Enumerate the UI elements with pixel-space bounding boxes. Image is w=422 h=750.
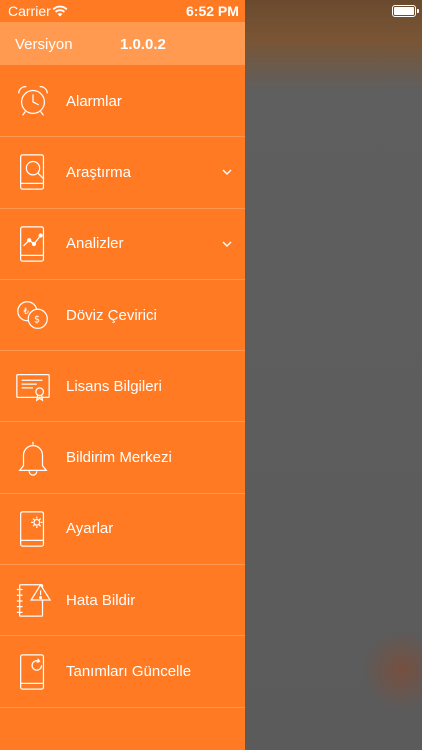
status-bar: Carrier 6:52 PM — [0, 0, 422, 22]
license-certificate-icon — [14, 367, 52, 405]
phone-refresh-icon — [14, 653, 52, 691]
menu-item-doviz-cevirici[interactable]: ₺ $ Döviz Çevirici — [0, 280, 245, 352]
menu-item-arastirma[interactable]: Araştırma — [0, 137, 245, 209]
menu-label: Analizler — [66, 235, 124, 253]
svg-text:₺: ₺ — [24, 307, 30, 317]
menu-item-hata-bildir[interactable]: Hata Bildir — [0, 565, 245, 637]
version-label: Versiyon — [15, 36, 73, 53]
phone-analysis-icon — [14, 225, 52, 263]
menu-label: Ayarlar — [66, 520, 114, 538]
menu-label: Lisans Bilgileri — [66, 377, 162, 395]
menu-item-alarmlar[interactable]: Alarmlar — [0, 66, 245, 138]
menu-item-ayarlar[interactable]: Ayarlar — [0, 494, 245, 566]
notebook-warning-icon — [14, 581, 52, 619]
side-drawer: Versiyon 1.0.0.2 Alarmlar Araştırma Anal… — [0, 0, 245, 750]
menu-label: Araştırma — [66, 163, 132, 181]
currency-exchange-icon: ₺ $ — [14, 296, 52, 334]
clock-time: 6:52 PM — [186, 3, 239, 19]
battery-icon — [392, 5, 419, 17]
menu-item-tanimlari-guncelle[interactable]: Tanımları Güncelle — [0, 636, 245, 708]
menu-item-bildirim-merkezi[interactable]: Bildirim Merkezi — [0, 422, 245, 494]
phone-search-icon — [14, 153, 52, 191]
chevron-down-icon[interactable] — [221, 166, 233, 178]
version-bar: Versiyon 1.0.0.2 — [0, 22, 245, 65]
menu-item-lisans-bilgileri[interactable]: Lisans Bilgileri — [0, 351, 245, 423]
wifi-icon — [52, 4, 68, 22]
carrier-label: Carrier — [8, 3, 51, 19]
bell-icon — [14, 439, 52, 477]
menu-label: Döviz Çevirici — [66, 306, 157, 324]
alarm-clock-icon — [14, 82, 52, 120]
menu-label: Tanımları Güncelle — [66, 663, 192, 681]
phone-settings-icon — [14, 510, 52, 548]
menu-label: Alarmlar — [66, 92, 122, 110]
menu-label: Hata Bildir — [66, 591, 136, 609]
background-overlay[interactable] — [245, 0, 422, 750]
chevron-down-icon[interactable] — [221, 238, 233, 250]
version-value: 1.0.0.2 — [120, 36, 166, 53]
overlay-glow — [362, 630, 422, 710]
menu-label: Bildirim Merkezi — [66, 449, 172, 467]
svg-text:$: $ — [34, 315, 40, 326]
menu-item-analizler[interactable]: Analizler — [0, 209, 245, 280]
drawer-menu: Alarmlar Araştırma Analizler ₺ $ Döviz Ç… — [0, 66, 245, 708]
